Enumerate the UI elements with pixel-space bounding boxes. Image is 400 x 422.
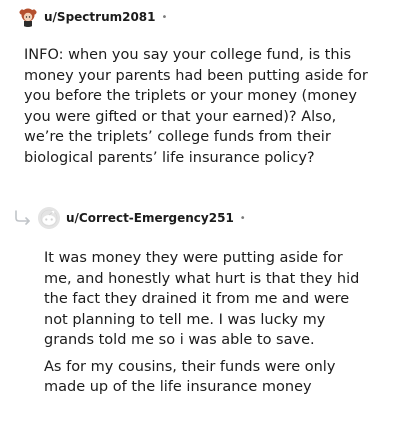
top-comment-header: u/Spectrum2081 • <box>18 6 388 28</box>
reply-paragraph: It was money they were putting aside for… <box>44 250 360 348</box>
separator-dot: • <box>161 11 168 23</box>
top-comment: u/Spectrum2081 • <box>18 6 388 28</box>
avatar[interactable] <box>38 207 60 229</box>
reply-paragraph: As for my cousins, their funds were only… <box>44 358 336 396</box>
reply-arrow-icon <box>15 210 30 225</box>
avatar[interactable] <box>18 7 38 27</box>
top-comment-username[interactable]: u/Spectrum2081 <box>44 10 156 24</box>
separator-dot: • <box>239 212 246 224</box>
reply-username[interactable]: u/Correct-Emergency251 <box>66 211 234 225</box>
reply-header: u/Correct-Emergency251 • <box>38 206 246 230</box>
reply-body: It was money they were putting aside for… <box>44 248 374 404</box>
top-comment-body: INFO: when you say your college fund, is… <box>24 47 368 166</box>
